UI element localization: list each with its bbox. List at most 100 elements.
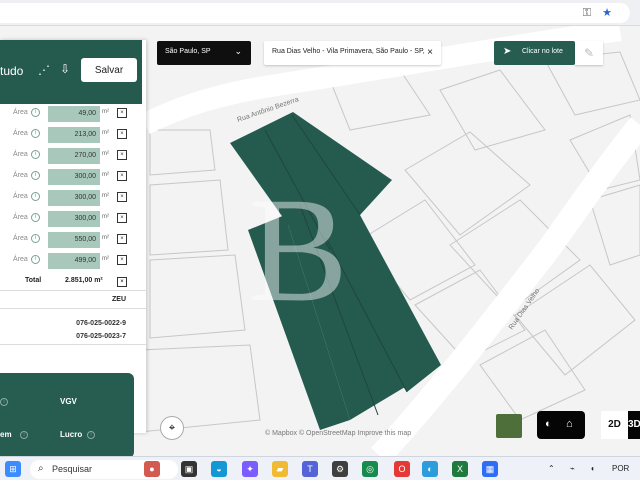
info-icon[interactable]: i xyxy=(0,398,8,406)
location-pin-icon[interactable]: ⌖ xyxy=(160,416,184,440)
chevron-down-icon: ⌄ xyxy=(234,46,242,56)
address-bar[interactable]: ⚿ ★ xyxy=(0,3,630,23)
view-3d-button[interactable]: 3D xyxy=(628,411,640,439)
study-panel: tudo ⋰ ⇩ Salvar Área i 49,00 m² × Área i 213,0… xyxy=(0,40,146,458)
remove-icon[interactable]: × xyxy=(117,234,127,244)
area-unit: m² xyxy=(102,235,109,241)
area-unit: m² xyxy=(102,193,109,199)
info-icon[interactable]: i xyxy=(87,431,95,439)
address-search[interactable]: Rua Dias Velho - Vila Primavera, São Pau… xyxy=(264,41,441,65)
click-lot-label: Clicar no lote xyxy=(522,48,563,55)
area-unit: m² xyxy=(102,214,109,220)
search-icon: ⌕ xyxy=(38,463,44,474)
area-value[interactable]: 270,00 xyxy=(48,148,100,164)
satellite-thumbnail[interactable] xyxy=(496,414,522,438)
remove-icon[interactable]: × xyxy=(117,108,127,118)
area-row: Área i 213,00 m² × xyxy=(0,125,146,146)
city-selector[interactable]: São Paulo, SP ⌄ xyxy=(157,41,251,65)
task-view-icon[interactable]: ▣ xyxy=(181,461,197,477)
area-row: Área i 49,00 m² × xyxy=(0,104,146,125)
remove-icon[interactable]: × xyxy=(117,192,127,202)
windows-start-icon[interactable]: ⊞ xyxy=(5,461,21,477)
close-icon[interactable]: × xyxy=(427,47,433,58)
map-credit[interactable]: © Mapbox © OpenStreetMap Improve this ma… xyxy=(265,430,411,437)
remove-icon[interactable]: × xyxy=(117,213,127,223)
copilot-icon[interactable]: ✦ xyxy=(242,461,258,477)
area-value[interactable]: 550,00 xyxy=(48,232,100,248)
area-label: Área xyxy=(13,214,28,221)
info-icon[interactable]: i xyxy=(31,108,40,117)
pencil-icon[interactable]: ✎ xyxy=(575,41,603,65)
edge-icon[interactable]: ◒ xyxy=(211,461,227,477)
store-icon[interactable]: ▦ xyxy=(482,461,498,477)
total-value: 2.851,00 m² xyxy=(65,277,103,284)
area-value[interactable]: 300,00 xyxy=(48,211,100,227)
info-icon[interactable]: i xyxy=(31,129,40,138)
area-label: Área xyxy=(13,130,28,137)
map-mode-toggle[interactable]: ◐ ⌂ xyxy=(537,411,585,439)
info-icon[interactable]: i xyxy=(31,234,40,243)
folder-icon[interactable]: ▰ xyxy=(272,461,288,477)
info-icon[interactable]: i xyxy=(31,171,40,180)
area-value[interactable]: 300,00 xyxy=(48,169,100,185)
download-icon[interactable]: ⇩ xyxy=(60,62,70,76)
divider xyxy=(0,308,146,309)
taskbar-search-placeholder: Pesquisar xyxy=(52,464,93,474)
area-unit: m² xyxy=(102,130,109,136)
save-button[interactable]: Salvar xyxy=(81,58,137,82)
windows-taskbar: ⊞ ⌕ Pesquisar ● ▣ ◒ ✦ ▰ T ⚙ ◎ O ◐ X ▦ ⌃ … xyxy=(0,456,640,480)
area-unit: m² xyxy=(102,151,109,157)
contrast-icon[interactable]: ◐ xyxy=(545,418,552,430)
area-unit: m² xyxy=(102,172,109,178)
info-icon[interactable]: i xyxy=(31,150,40,159)
watermark-logo: B xyxy=(248,167,348,333)
divider xyxy=(0,344,146,345)
key-icon[interactable]: ⚿ xyxy=(583,7,591,19)
apps-icon[interactable]: ⚙ xyxy=(332,461,348,477)
lot-code: 076-025-0023-7 xyxy=(76,333,126,340)
share-icon[interactable]: ⋰ xyxy=(38,63,50,77)
remove-icon[interactable]: × xyxy=(117,129,127,139)
area-value[interactable]: 213,00 xyxy=(48,127,100,143)
area-label: Área xyxy=(13,235,28,242)
area-value[interactable]: 49,00 xyxy=(48,106,100,122)
zone-value: ZEU xyxy=(112,296,126,303)
area-row: Área i 550,00 m² × xyxy=(0,230,146,251)
info-icon[interactable]: i xyxy=(31,192,40,201)
click-lot-button[interactable]: ➤ Clicar no lote xyxy=(494,41,575,65)
total-label: Total xyxy=(25,277,42,284)
area-label: Área xyxy=(13,172,28,179)
remove-icon[interactable]: × xyxy=(117,277,127,287)
area-row: Área i 300,00 m² × xyxy=(0,167,146,188)
excel-icon[interactable]: X xyxy=(452,461,468,477)
browser-toolbar: ⚿ ★ xyxy=(0,0,640,26)
chrome-icon[interactable]: ◎ xyxy=(362,461,378,477)
area-value[interactable]: 300,00 xyxy=(48,190,100,206)
volume-icon[interactable]: ◖ xyxy=(590,464,595,473)
language-indicator[interactable]: POR xyxy=(612,464,629,473)
view-2d-button[interactable]: 2D xyxy=(601,411,628,439)
info-icon[interactable]: i xyxy=(31,255,40,264)
area-value[interactable]: 499,00 xyxy=(48,253,100,269)
opera-icon[interactable]: O xyxy=(394,461,410,477)
metric-label: em xyxy=(0,430,12,439)
send-icon: ➤ xyxy=(503,46,512,57)
info-icon[interactable]: i xyxy=(31,213,40,222)
sports-icon[interactable]: ● xyxy=(144,461,160,477)
area-row: Área i 300,00 m² × xyxy=(0,209,146,230)
remove-icon[interactable]: × xyxy=(117,255,127,265)
lot-code: 076-025-0022-9 xyxy=(76,320,126,327)
profit-label: Lucro xyxy=(60,430,83,439)
remove-icon[interactable]: × xyxy=(117,150,127,160)
network-icon[interactable]: ⌁ xyxy=(570,464,575,473)
teams-icon[interactable]: T xyxy=(302,461,318,477)
area-label: Área xyxy=(13,193,28,200)
info-icon[interactable]: i xyxy=(20,431,28,439)
city-label: São Paulo, SP xyxy=(165,48,211,55)
area-row: Área i 270,00 m² × xyxy=(0,146,146,167)
remove-icon[interactable]: × xyxy=(117,171,127,181)
star-icon[interactable]: ★ xyxy=(602,7,612,19)
chrome-profile-icon[interactable]: ◐ xyxy=(422,461,438,477)
layers-icon[interactable]: ⌂ xyxy=(566,418,573,430)
chevron-up-icon[interactable]: ⌃ xyxy=(548,464,555,473)
